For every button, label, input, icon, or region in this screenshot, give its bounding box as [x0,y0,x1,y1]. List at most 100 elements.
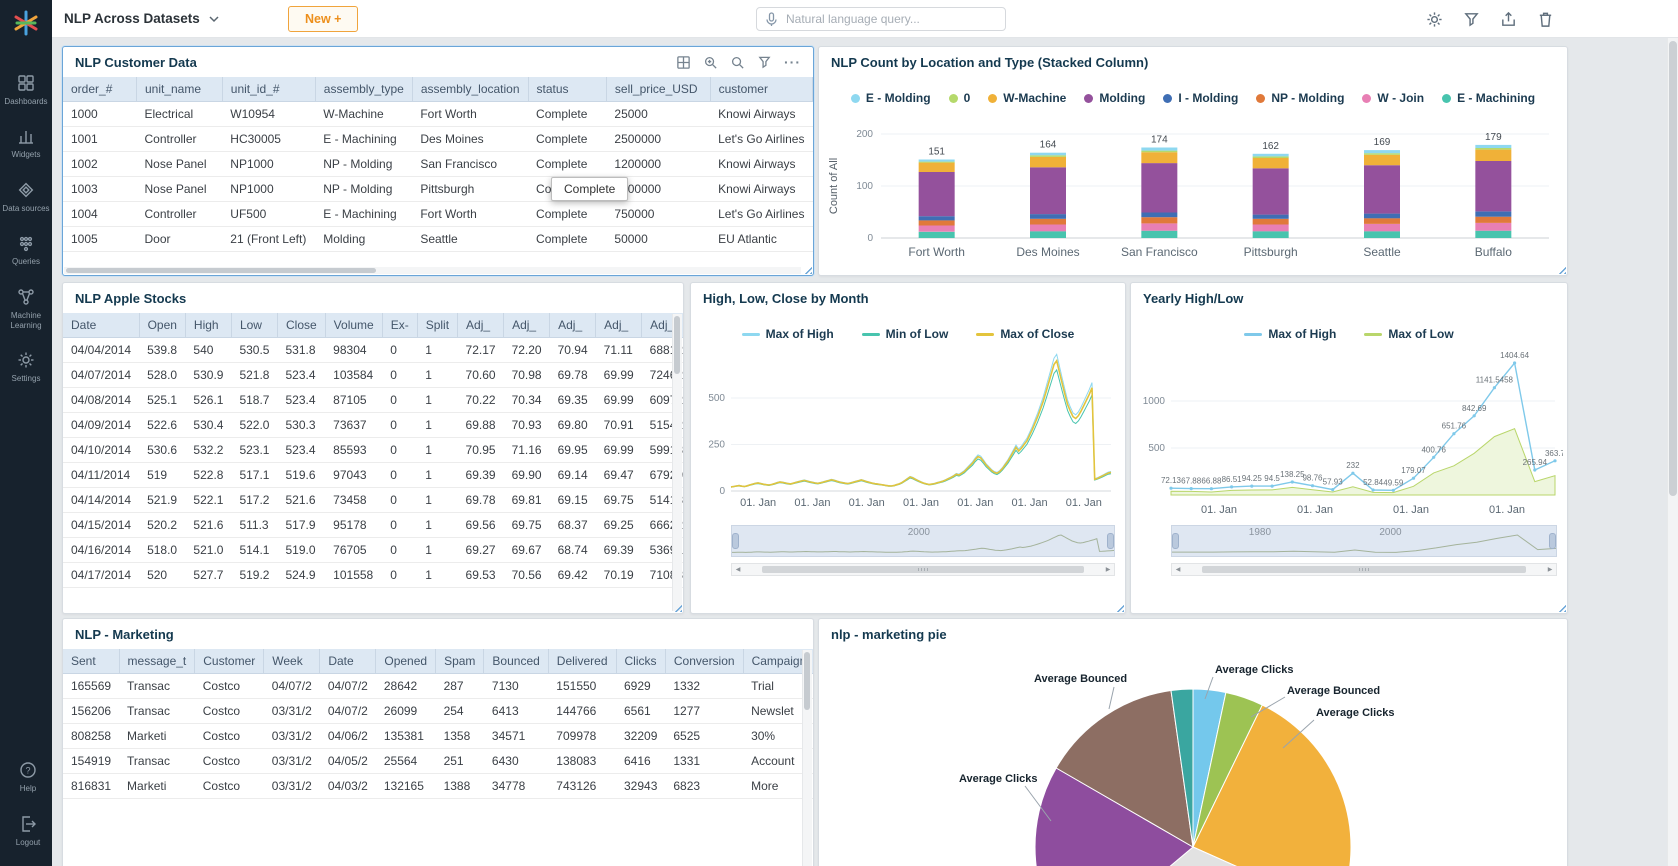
table-row[interactable]: 154919 Transac Costco 03/31/2 04/05/2 25564 25… [63,748,813,774]
drilldown-icon[interactable] [757,55,772,70]
navigator-handle-right[interactable] [1107,533,1114,549]
column-header[interactable]: assembly_type [315,77,413,102]
sidebar-item-settings[interactable]: Settings [0,341,54,394]
table-row[interactable]: 04/07/2014 528.0 530.9 521.8 523.4 103584 0 1 70… [63,362,683,388]
table-row[interactable]: 04/09/2014 522.6 530.4 522.0 530.3 73637 0 1 69.… [63,412,683,438]
table-row[interactable]: 1001 Controller HC30005 E - Machining Des Mo… [63,126,813,152]
new-button[interactable]: New + [288,5,359,32]
scrollbar-thumb[interactable] [1202,566,1526,573]
column-header[interactable]: assembly_location [412,77,529,102]
sidebar-item-data-sources[interactable]: Data sources [0,171,54,224]
marketing-pie-chart[interactable]: Average Clicks Average Bounced Average Cli… [819,649,1565,866]
table-row[interactable]: 04/11/2014 519 522.8 517.1 519.6 97043 0 1 69.39… [63,462,683,488]
column-header[interactable]: Volume [325,313,383,338]
column-header[interactable]: Week [263,649,321,674]
legend-item[interactable]: I - Molding [1163,91,1238,105]
legend-item[interactable]: E - Machining [1442,91,1535,105]
table-row[interactable]: 04/04/2014 539.8 540 530.5 531.8 98304 0 1 72.17… [63,337,683,363]
filter-icon[interactable] [1463,11,1480,28]
column-header[interactable]: Sent [63,649,120,674]
legend-item[interactable]: Min of Low [861,327,948,341]
chart-scrollbar[interactable]: ◀ ▶ [1171,563,1557,576]
table-row[interactable]: 808258 Marketi Costco 03/31/2 04/06/2 135381 1… [63,723,813,749]
table-row[interactable]: 1005 Door 21 (Front Left) Molding Seattle Com… [63,226,813,252]
table-row[interactable]: 1000 Electrical W10954 W-Machine Fort Worth C… [63,101,813,127]
legend-item[interactable]: 0 [948,91,970,105]
table-row[interactable]: 156206 Transac Costco 03/31/2 04/07/2 26099 25… [63,698,813,724]
table-row[interactable]: 04/08/2014 525.1 526.1 518.7 523.4 87105 0 1 70.… [63,387,683,413]
column-header[interactable]: sell_price_USD [606,77,711,102]
table-row[interactable]: 1003 Nose Panel NP1000 NP - Molding Pittsbur… [63,176,813,202]
column-header[interactable]: status [528,77,607,102]
chart-range-navigator[interactable]: 2000 [731,525,1115,557]
chart-scrollbar[interactable]: ◀ ▶ [731,563,1115,576]
column-header[interactable]: Date [63,313,140,338]
column-header[interactable]: Adj_ [503,313,551,338]
more-options-icon[interactable]: ··· [784,55,801,69]
stacked-column-chart[interactable]: 0 100 200 Count of All Fort Worth 151 Des Moin… [823,117,1563,273]
resize-handle[interactable] [1114,602,1124,612]
vertical-scrollbar[interactable] [802,650,812,866]
column-header[interactable]: Adj_ [457,313,505,338]
settings-gear-icon[interactable] [1426,11,1443,28]
column-header[interactable]: unit_name [136,77,223,102]
vertical-scrollbar[interactable] [672,314,682,611]
table-row[interactable]: 04/16/2014 518.0 521.0 514.1 519.0 76705 0 1 69.… [63,537,683,563]
horizontal-scrollbar[interactable] [64,267,801,274]
column-header[interactable]: message_t [119,649,196,674]
column-header[interactable]: Date [319,649,377,674]
column-header[interactable]: High [185,313,232,338]
column-header[interactable]: Adj_ [549,313,597,338]
scrollbar-thumb[interactable] [761,566,1085,573]
share-icon[interactable] [1500,11,1517,28]
resize-handle[interactable] [1556,602,1566,612]
column-header[interactable]: Split [417,313,459,338]
sidebar-item-widgets[interactable]: Widgets [0,117,54,170]
table-row[interactable]: 1002 Nose Panel NP1000 NP - Molding San Fran… [63,151,813,177]
column-header[interactable]: Close [277,313,326,338]
column-header[interactable]: Customer [194,649,265,674]
column-header[interactable]: Bounced [483,649,549,674]
sidebar-item-queries[interactable]: Queries [0,224,54,277]
column-header[interactable]: Open [139,313,186,338]
column-header[interactable]: Delivered [548,649,617,674]
table-row[interactable]: 04/10/2014 530.6 532.2 523.1 523.4 85593 0 1 70.… [63,437,683,463]
column-header[interactable]: order_# [63,77,137,102]
column-header[interactable]: customer [710,77,813,102]
legend-item[interactable]: W - Join [1362,91,1424,105]
sidebar-item-dashboards[interactable]: Dashboards [0,64,54,117]
legend-item[interactable]: W-Machine [988,91,1066,105]
navigator-handle-left[interactable] [1172,533,1179,549]
legend-item[interactable]: NP - Molding [1256,91,1344,105]
table-row[interactable]: 04/17/2014 520 527.7 519.2 524.9 101558 0 1 69.5… [63,562,683,588]
scroll-left-icon[interactable]: ◀ [732,566,744,573]
scroll-right-icon[interactable]: ▶ [1102,566,1114,573]
column-header[interactable]: Spam [435,649,485,674]
column-header[interactable]: unit_id_# [222,77,316,102]
legend-item[interactable]: Max of High [741,327,834,341]
navigator-handle-left[interactable] [732,533,739,549]
page-scrollbar[interactable] [1667,38,1678,866]
scroll-right-icon[interactable]: ▶ [1544,566,1556,573]
search-icon[interactable] [730,55,745,70]
column-header[interactable]: Conversion [665,649,744,674]
column-header[interactable]: Clicks [616,649,666,674]
zoom-in-icon[interactable] [703,55,718,70]
table-row[interactable]: 04/14/2014 521.9 522.1 517.2 521.6 73458 0 1 69.… [63,487,683,513]
table-row[interactable]: 04/15/2014 520.2 521.6 511.3 517.9 95178 0 1 69.… [63,512,683,538]
table-row[interactable]: 165569 Transac Costco 04/07/2 04/07/2 28642 28… [63,673,813,699]
yearly-high-low-chart[interactable]: 500 1000 72.13 67.88 66.88 86.51 94.25 94.5 138.… [1135,347,1563,525]
high-low-close-chart[interactable]: 0 250 500 01. Jan 01. Jan 01. Jan 01. Jan 01. J… [697,351,1119,511]
legend-item[interactable]: E - Molding [850,91,931,105]
legend-item[interactable]: Max of Close [976,327,1074,341]
column-header[interactable]: Opened [375,649,437,674]
sidebar-item-machine-learning[interactable]: Machine Learning [0,278,54,342]
page-scrollbar-thumb[interactable] [1669,41,1677,497]
sidebar-item-logout[interactable]: Logout [0,805,56,858]
chart-range-navigator[interactable]: 1980 2000 [1171,525,1557,557]
scroll-left-icon[interactable]: ◀ [1172,566,1184,573]
trash-icon[interactable] [1537,11,1554,28]
legend-item[interactable]: Molding [1084,91,1145,105]
column-header[interactable]: Adj_ [595,313,643,338]
legend-item[interactable]: Max of High [1244,327,1336,341]
